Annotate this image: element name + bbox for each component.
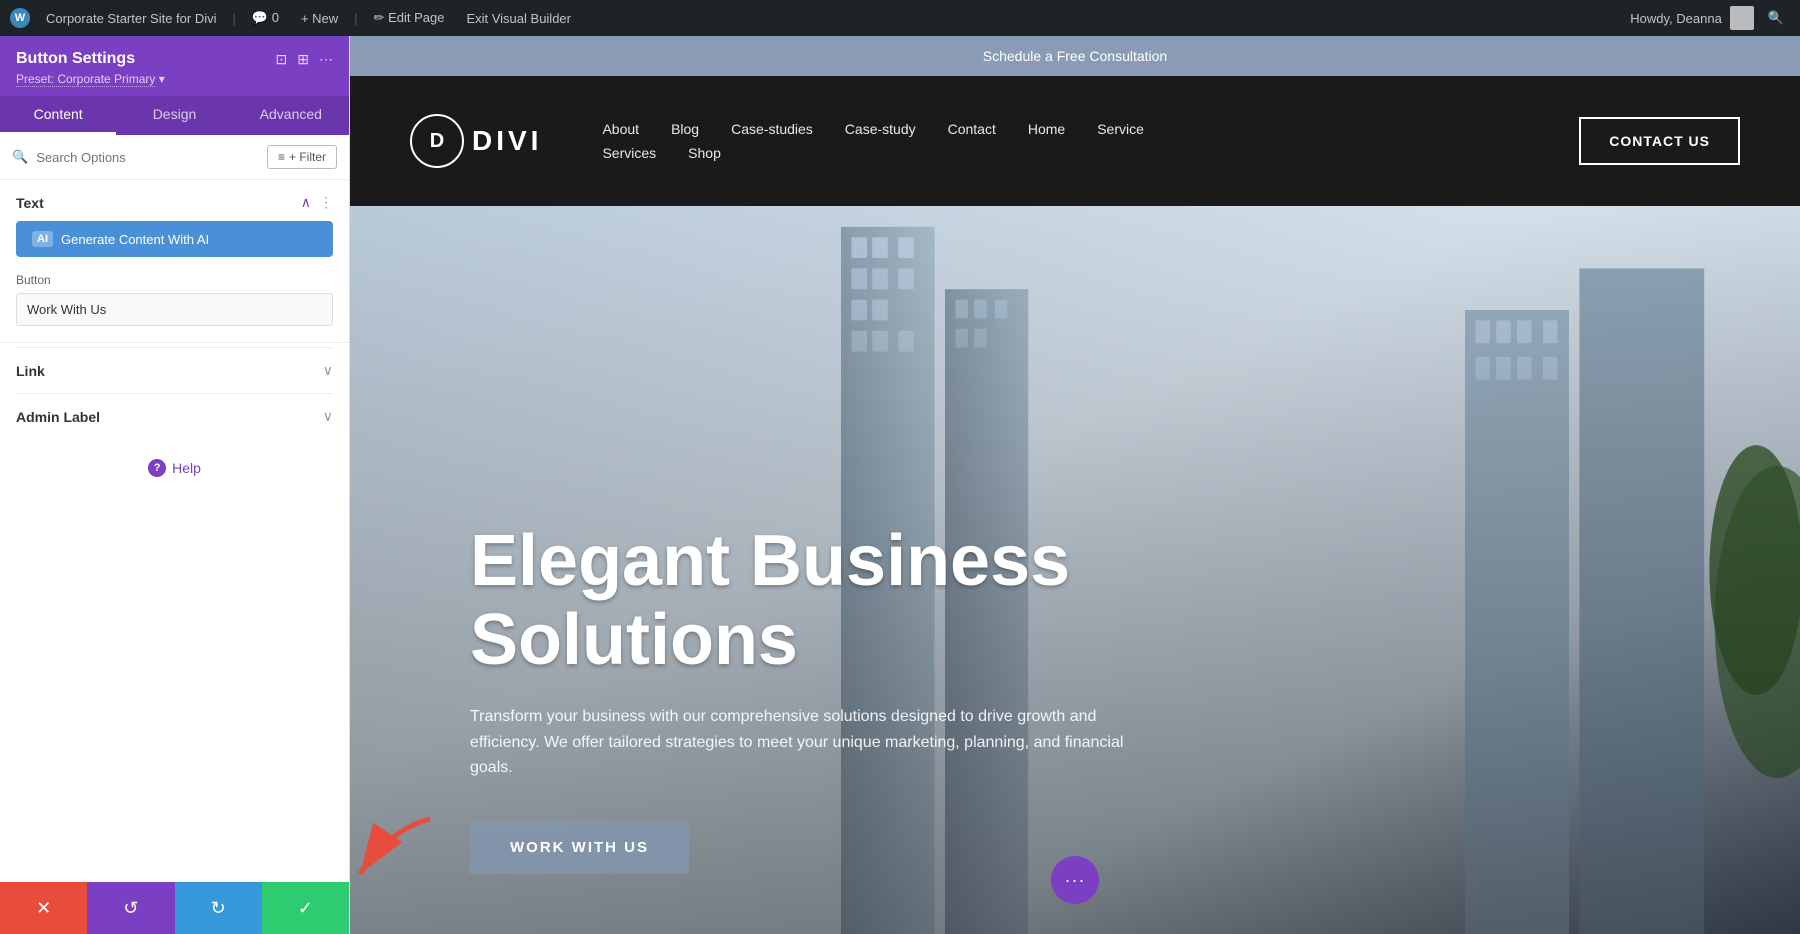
nav-home[interactable]: Home — [1028, 121, 1065, 137]
ai-icon: AI — [32, 231, 53, 247]
site-logo: D DIVI — [410, 114, 542, 168]
separator2: | — [354, 11, 357, 26]
hero-section: Elegant Business Solutions Transform you… — [350, 206, 1800, 934]
edit-page-link[interactable]: ✏ Edit Page — [368, 10, 451, 26]
howdy-label: Howdy, Deanna — [1630, 11, 1722, 26]
link-title: Link — [16, 363, 45, 379]
save-button[interactable]: ✓ — [262, 882, 349, 934]
text-section-header: Text ∧ ⋮ — [0, 180, 349, 221]
search-input[interactable] — [36, 150, 259, 165]
panel-expand-icon[interactable]: ⊡ — [276, 51, 288, 68]
nav-row-2: Services Shop — [602, 145, 1579, 161]
text-more-icon[interactable]: ⋮ — [319, 194, 333, 211]
link-section-header[interactable]: Link ∨ — [16, 347, 333, 393]
text-chevron-icon[interactable]: ∧ — [301, 194, 311, 211]
admin-label-header[interactable]: Admin Label ∨ — [16, 393, 333, 439]
link-section: Link ∨ — [0, 347, 349, 393]
logo-text: DIVI — [472, 125, 542, 157]
generate-ai-button[interactable]: AI Generate Content With AI — [16, 221, 333, 257]
new-link[interactable]: + New — [295, 11, 344, 26]
logo-circle-icon: D — [410, 114, 464, 168]
nav-contact[interactable]: Contact — [948, 121, 996, 137]
preset-label[interactable]: Preset: Corporate Primary ▾ — [16, 72, 333, 86]
separator: | — [233, 11, 236, 26]
filter-icon: ≡ — [278, 150, 285, 164]
floating-dots-button[interactable]: ··· — [1051, 856, 1099, 904]
site-header: D DIVI About Blog Case-studies Case-stud… — [350, 76, 1800, 206]
nav-service[interactable]: Service — [1097, 121, 1144, 137]
admin-label-chevron-icon[interactable]: ∨ — [323, 408, 333, 425]
nav-services[interactable]: Services — [602, 145, 656, 161]
panel-title-row: Button Settings ⊡ ⊞ ⋯ — [16, 50, 333, 68]
avatar — [1730, 6, 1754, 30]
panel-columns-icon[interactable]: ⊞ — [297, 51, 309, 68]
panel-title: Button Settings — [16, 50, 135, 68]
site-nav: About Blog Case-studies Case-study Conta… — [602, 121, 1579, 161]
divider — [0, 342, 349, 343]
left-panel: Button Settings ⊡ ⊞ ⋯ Preset: Corporate … — [0, 36, 350, 934]
section-controls: ∧ ⋮ — [301, 194, 333, 211]
comment-icon[interactable]: 💬 0 — [246, 10, 285, 26]
panel-header: Button Settings ⊡ ⊞ ⋯ Preset: Corporate … — [0, 36, 349, 96]
text-section-title: Text — [16, 195, 44, 211]
hero-subtitle: Transform your business with our compreh… — [470, 704, 1130, 781]
search-icon: 🔍 — [12, 149, 28, 165]
hero-title: Elegant Business Solutions — [470, 522, 1130, 680]
announcement-bar: Schedule a Free Consultation — [350, 36, 1800, 76]
hero-content: Elegant Business Solutions Transform you… — [350, 522, 1250, 934]
panel-tabs: Content Design Advanced — [0, 96, 349, 135]
announcement-text: Schedule a Free Consultation — [983, 48, 1167, 64]
admin-label-title: Admin Label — [16, 409, 100, 425]
right-panel: Schedule a Free Consultation D DIVI Abou… — [350, 36, 1800, 934]
link-chevron-icon[interactable]: ∨ — [323, 362, 333, 379]
help-label: Help — [172, 460, 201, 476]
main-layout: Button Settings ⊡ ⊞ ⋯ Preset: Corporate … — [0, 36, 1800, 934]
help-icon: ? — [148, 459, 166, 477]
nav-case-study[interactable]: Case-study — [845, 121, 916, 137]
search-icon[interactable]: 🔍 — [1762, 10, 1790, 26]
admin-bar-left: W Corporate Starter Site for Divi | 💬 0 … — [10, 8, 577, 28]
close-button[interactable]: ✕ — [0, 882, 87, 934]
nav-row-1: About Blog Case-studies Case-study Conta… — [602, 121, 1579, 137]
exit-builder-link[interactable]: Exit Visual Builder — [460, 11, 577, 26]
panel-search: 🔍 ≡ + Filter — [0, 135, 349, 180]
panel-content: Text ∧ ⋮ AI Generate Content With AI But… — [0, 180, 349, 882]
panel-more-icon[interactable]: ⋯ — [319, 51, 333, 68]
undo-button[interactable]: ↺ — [87, 882, 174, 934]
admin-bar: W Corporate Starter Site for Divi | 💬 0 … — [0, 0, 1800, 36]
redo-button[interactable]: ↻ — [175, 882, 262, 934]
site-name-link[interactable]: Corporate Starter Site for Divi — [40, 11, 223, 26]
filter-button[interactable]: ≡ + Filter — [267, 145, 337, 169]
button-field-label: Button — [0, 273, 349, 293]
hero-cta-button[interactable]: WORK WITH US — [470, 821, 689, 874]
nav-about[interactable]: About — [602, 121, 639, 137]
nav-blog[interactable]: Blog — [671, 121, 699, 137]
button-text-input[interactable] — [16, 293, 333, 326]
help-row[interactable]: ? Help — [0, 439, 349, 497]
tab-design[interactable]: Design — [116, 96, 232, 135]
admin-label-section: Admin Label ∨ — [0, 393, 349, 439]
panel-bottom: ✕ ↺ ↻ ✓ — [0, 882, 349, 934]
tab-content[interactable]: Content — [0, 96, 116, 135]
tab-advanced[interactable]: Advanced — [233, 96, 349, 135]
contact-us-button[interactable]: CONTACT US — [1579, 117, 1740, 165]
admin-bar-right: Howdy, Deanna 🔍 — [1630, 6, 1790, 30]
nav-shop[interactable]: Shop — [688, 145, 721, 161]
panel-header-icons: ⊡ ⊞ ⋯ — [276, 51, 333, 68]
wp-logo-icon[interactable]: W — [10, 8, 30, 28]
nav-case-studies[interactable]: Case-studies — [731, 121, 813, 137]
